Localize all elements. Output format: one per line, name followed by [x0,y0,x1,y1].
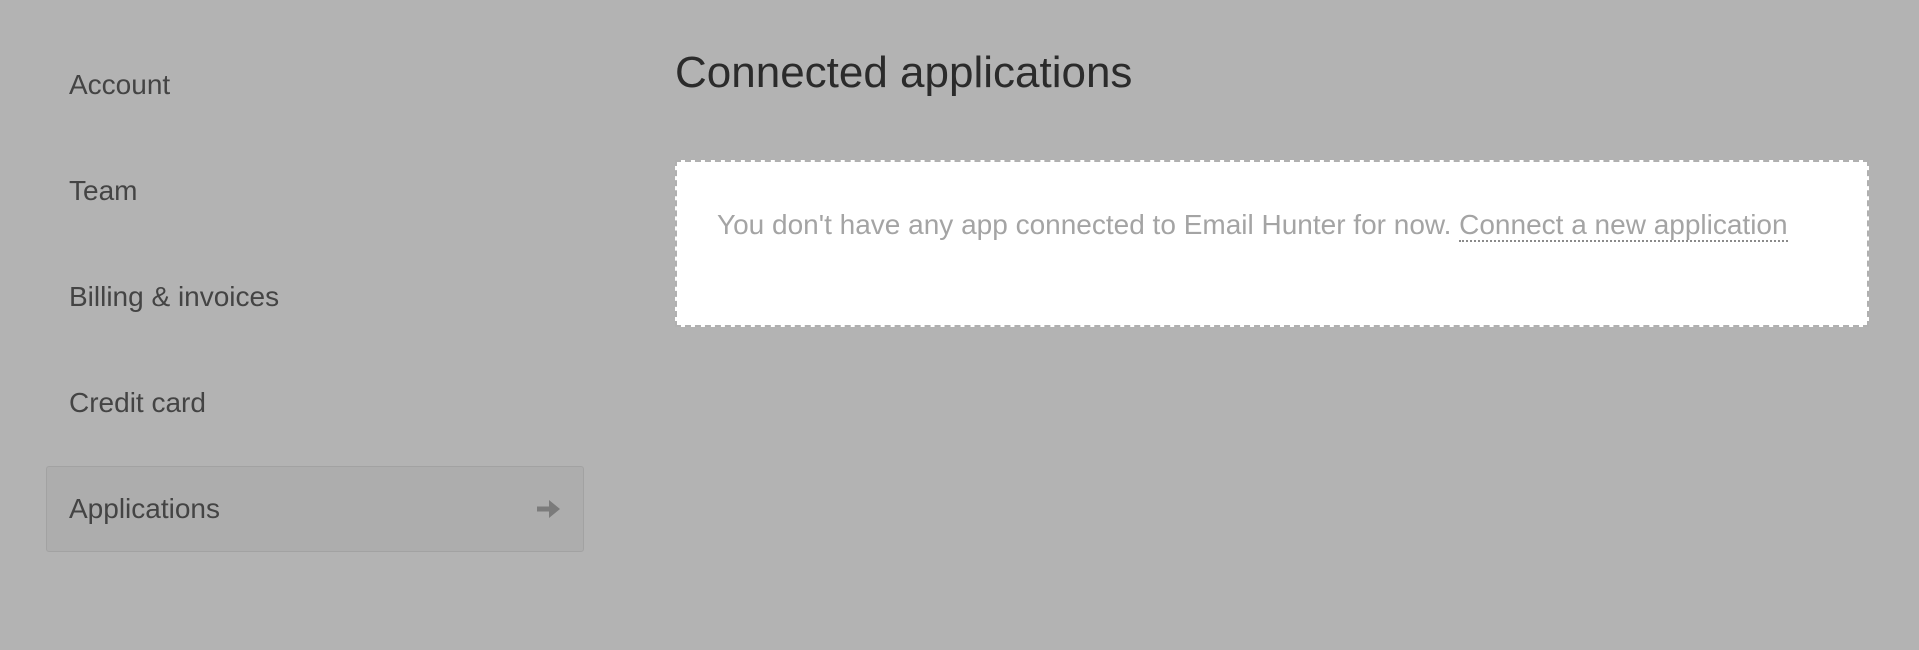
sidebar-item-label: Credit card [69,387,206,418]
empty-state-message: You don't have any app connected to Emai… [717,209,1452,240]
sidebar-item-label: Applications [69,493,220,524]
page-title: Connected applications [675,48,1133,97]
sidebar-item-applications[interactable]: Applications [46,466,584,552]
sidebar-item-label: Team [69,175,138,206]
sidebar-item-label: Billing & invoices [69,281,280,312]
sidebar-item-account[interactable]: Account [46,42,584,128]
sidebar-item-label: Account [69,69,171,100]
sidebar-item-credit-card[interactable]: Credit card [46,360,584,446]
connect-new-application-link[interactable]: Connect a new application [1459,209,1788,242]
empty-state-panel: You don't have any app connected to Emai… [675,160,1869,327]
sidebar-item-billing-invoices[interactable]: Billing & invoices [46,254,584,340]
sidebar-item-team[interactable]: Team [46,148,584,234]
arrow-right-icon [537,500,560,518]
empty-state-text: You don't have any app connected to Emai… [717,204,1827,246]
settings-sidebar: Account Team Billing & invoices Credit c… [46,42,584,572]
